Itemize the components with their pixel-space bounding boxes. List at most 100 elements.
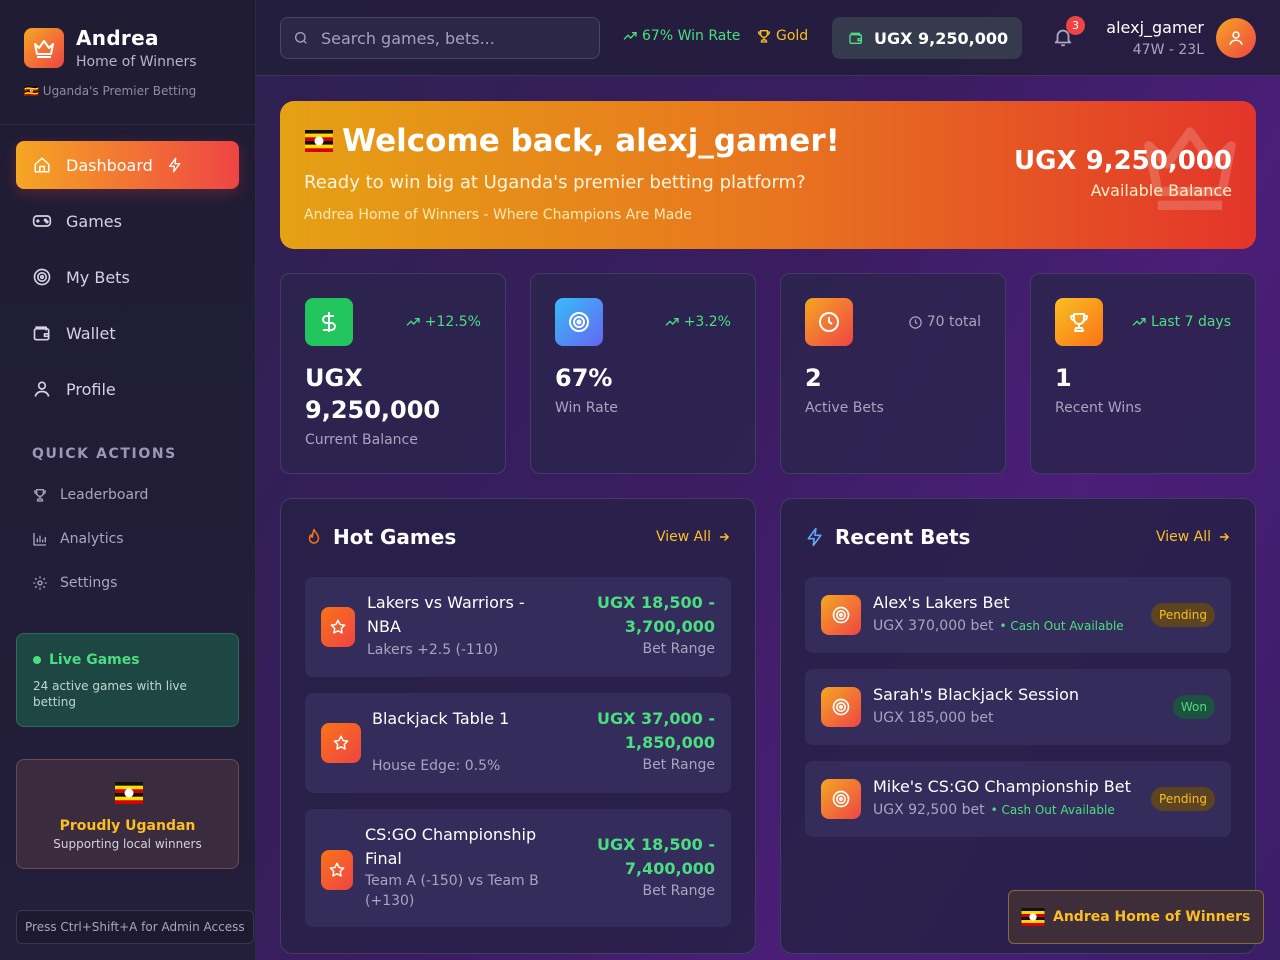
admin-access-hint: Press Ctrl+Shift+A for Admin Access	[16, 910, 254, 944]
sidebar-item-dashboard[interactable]: Dashboard	[16, 141, 239, 189]
bet-amount: UGX 92,500 bet • Cash Out Available	[873, 802, 1115, 818]
live-games-card[interactable]: Live Games 24 active games with live bet…	[16, 633, 239, 727]
uganda-flag-icon	[115, 782, 143, 804]
game-bet-range: UGX 18,500 - 3,700,000	[597, 593, 715, 636]
search-icon	[293, 30, 309, 46]
target-icon	[32, 267, 52, 287]
bet-title: Sarah's Blackjack Session	[873, 685, 1080, 704]
sidebar-item-my-bets[interactable]: My Bets	[16, 253, 239, 301]
lightning-icon	[167, 157, 183, 173]
game-bet-range: UGX 18,500 - 7,400,000	[597, 835, 715, 878]
stat-value: 1	[1055, 364, 1072, 392]
flame-icon	[305, 527, 323, 547]
star-icon	[321, 607, 355, 647]
stat-value: 2	[805, 364, 822, 392]
gear-icon	[32, 575, 48, 591]
lightning-icon	[805, 527, 825, 547]
quick-action-analytics[interactable]: Analytics	[16, 521, 239, 557]
quick-actions-title: QUICK ACTIONS	[32, 446, 177, 462]
bar-chart-icon	[32, 531, 48, 547]
gamepad-icon	[32, 211, 52, 231]
top-bar: 67% Win Rate Gold UGX 9,250,000 3 alexj_…	[256, 0, 1280, 76]
trending-up-icon	[664, 314, 680, 330]
quick-action-leaderboard[interactable]: Leaderboard	[16, 477, 239, 513]
recent-bets-title: Recent Bets	[805, 525, 970, 549]
welcome-banner: Welcome back, alexj_gamer! Ready to win …	[280, 101, 1256, 249]
avatar[interactable]	[1216, 18, 1256, 58]
live-dot-icon	[33, 656, 41, 664]
game-name: Blackjack Table 1	[372, 709, 510, 728]
sidebar-item-games[interactable]: Games	[16, 197, 239, 245]
trophy-icon	[1055, 298, 1103, 346]
quick-action-label: Analytics	[60, 531, 124, 547]
notification-count-badge: 3	[1066, 16, 1085, 35]
quick-action-settings[interactable]: Settings	[16, 565, 239, 601]
target-icon	[821, 779, 861, 819]
cash-out-label[interactable]: • Cash Out Available	[991, 803, 1115, 817]
tier-indicator: Gold	[756, 28, 808, 44]
sidebar-item-wallet[interactable]: Wallet	[16, 309, 239, 357]
home-icon	[32, 155, 52, 175]
recent-bets-view-all-link[interactable]: View All	[1156, 529, 1231, 545]
dollar-icon	[305, 298, 353, 346]
star-icon	[321, 723, 361, 763]
proudly-ugandan-card: Proudly Ugandan Supporting local winners	[16, 759, 239, 869]
stat-card-win-rate: +3.2% 67% Win Rate	[530, 273, 756, 474]
proudly-ugandan-title: Proudly Ugandan	[59, 818, 196, 834]
crown-logo-icon[interactable]	[24, 28, 64, 68]
game-bet-range-label: Bet Range	[642, 883, 715, 899]
live-games-text: 24 active games with live betting	[33, 679, 187, 709]
user-icon	[32, 379, 52, 399]
sidebar-item-label: Games	[66, 211, 122, 231]
banner-balance: UGX 9,250,000	[1014, 146, 1232, 176]
status-badge: Pending	[1151, 787, 1215, 811]
bet-row[interactable]: Mike's CS:GO Championship Bet UGX 92,500…	[805, 761, 1231, 837]
bet-title: Alex's Lakers Bet	[873, 593, 1010, 612]
stat-label: Win Rate	[555, 400, 618, 416]
sidebar-item-label: Wallet	[66, 323, 116, 343]
main-content: 67% Win Rate Gold UGX 9,250,000 3 alexj_…	[256, 0, 1280, 960]
uganda-flag-icon: 🇺🇬	[24, 84, 39, 98]
balance-chip[interactable]: UGX 9,250,000	[832, 17, 1022, 59]
stat-trend: +12.5%	[405, 314, 481, 330]
wallet-icon	[848, 30, 864, 46]
welcome-subtitle: Ready to win big at Uganda's premier bet…	[304, 172, 806, 193]
proudly-ugandan-subtitle: Supporting local winners	[53, 837, 202, 851]
hot-games-title: Hot Games	[305, 525, 456, 549]
search-input[interactable]	[321, 28, 581, 48]
sidebar: Andrea Home of Winners 🇺🇬 Uganda's Premi…	[0, 0, 256, 960]
trophy-icon	[32, 487, 48, 503]
sidebar-divider	[0, 124, 255, 125]
bet-amount: UGX 370,000 bet • Cash Out Available	[873, 618, 1124, 634]
uganda-flag-icon	[305, 130, 333, 152]
recent-bets-panel: Recent Bets View All Alex's Lakers Bet U…	[780, 498, 1256, 954]
stat-label: Current Balance	[305, 432, 418, 448]
game-row[interactable]: Blackjack Table 1 House Edge: 0.5% UGX 3…	[305, 693, 731, 793]
game-row[interactable]: CS:GO Championship Final Team A (-150) v…	[305, 809, 731, 927]
sidebar-item-label: My Bets	[66, 267, 130, 287]
brand-footer-chip[interactable]: Andrea Home of Winners	[1008, 890, 1264, 944]
search-box[interactable]	[280, 17, 600, 59]
target-icon	[555, 298, 603, 346]
game-row[interactable]: Lakers vs Warriors - NBA Lakers +2.5 (-1…	[305, 577, 731, 677]
trending-up-icon	[405, 314, 421, 330]
wallet-icon	[32, 323, 52, 343]
banner-balance-label: Available Balance	[1090, 181, 1232, 200]
win-loss-record: 47W - 23L	[1132, 42, 1204, 58]
game-detail: Team A (-150) vs Team B (+130)	[365, 873, 539, 909]
hot-games-view-all-link[interactable]: View All	[656, 529, 731, 545]
game-name: Lakers vs Warriors - NBA	[367, 593, 525, 636]
quick-action-label: Leaderboard	[60, 487, 149, 503]
bet-row[interactable]: Sarah's Blackjack Session UGX 185,000 be…	[805, 669, 1231, 745]
sidebar-item-profile[interactable]: Profile	[16, 365, 239, 413]
stat-value: 67%	[555, 364, 613, 392]
stat-trend: Last 7 days	[1131, 314, 1231, 330]
status-badge: Won	[1172, 695, 1215, 719]
cash-out-label[interactable]: • Cash Out Available	[999, 619, 1123, 633]
live-games-title: Live Games	[33, 652, 222, 668]
game-detail: House Edge: 0.5%	[372, 758, 501, 774]
welcome-title: Welcome back, alexj_gamer!	[304, 123, 840, 159]
clock-icon	[908, 315, 923, 330]
bet-row[interactable]: Alex's Lakers Bet UGX 370,000 bet • Cash …	[805, 577, 1231, 653]
trending-up-icon	[1131, 314, 1147, 330]
